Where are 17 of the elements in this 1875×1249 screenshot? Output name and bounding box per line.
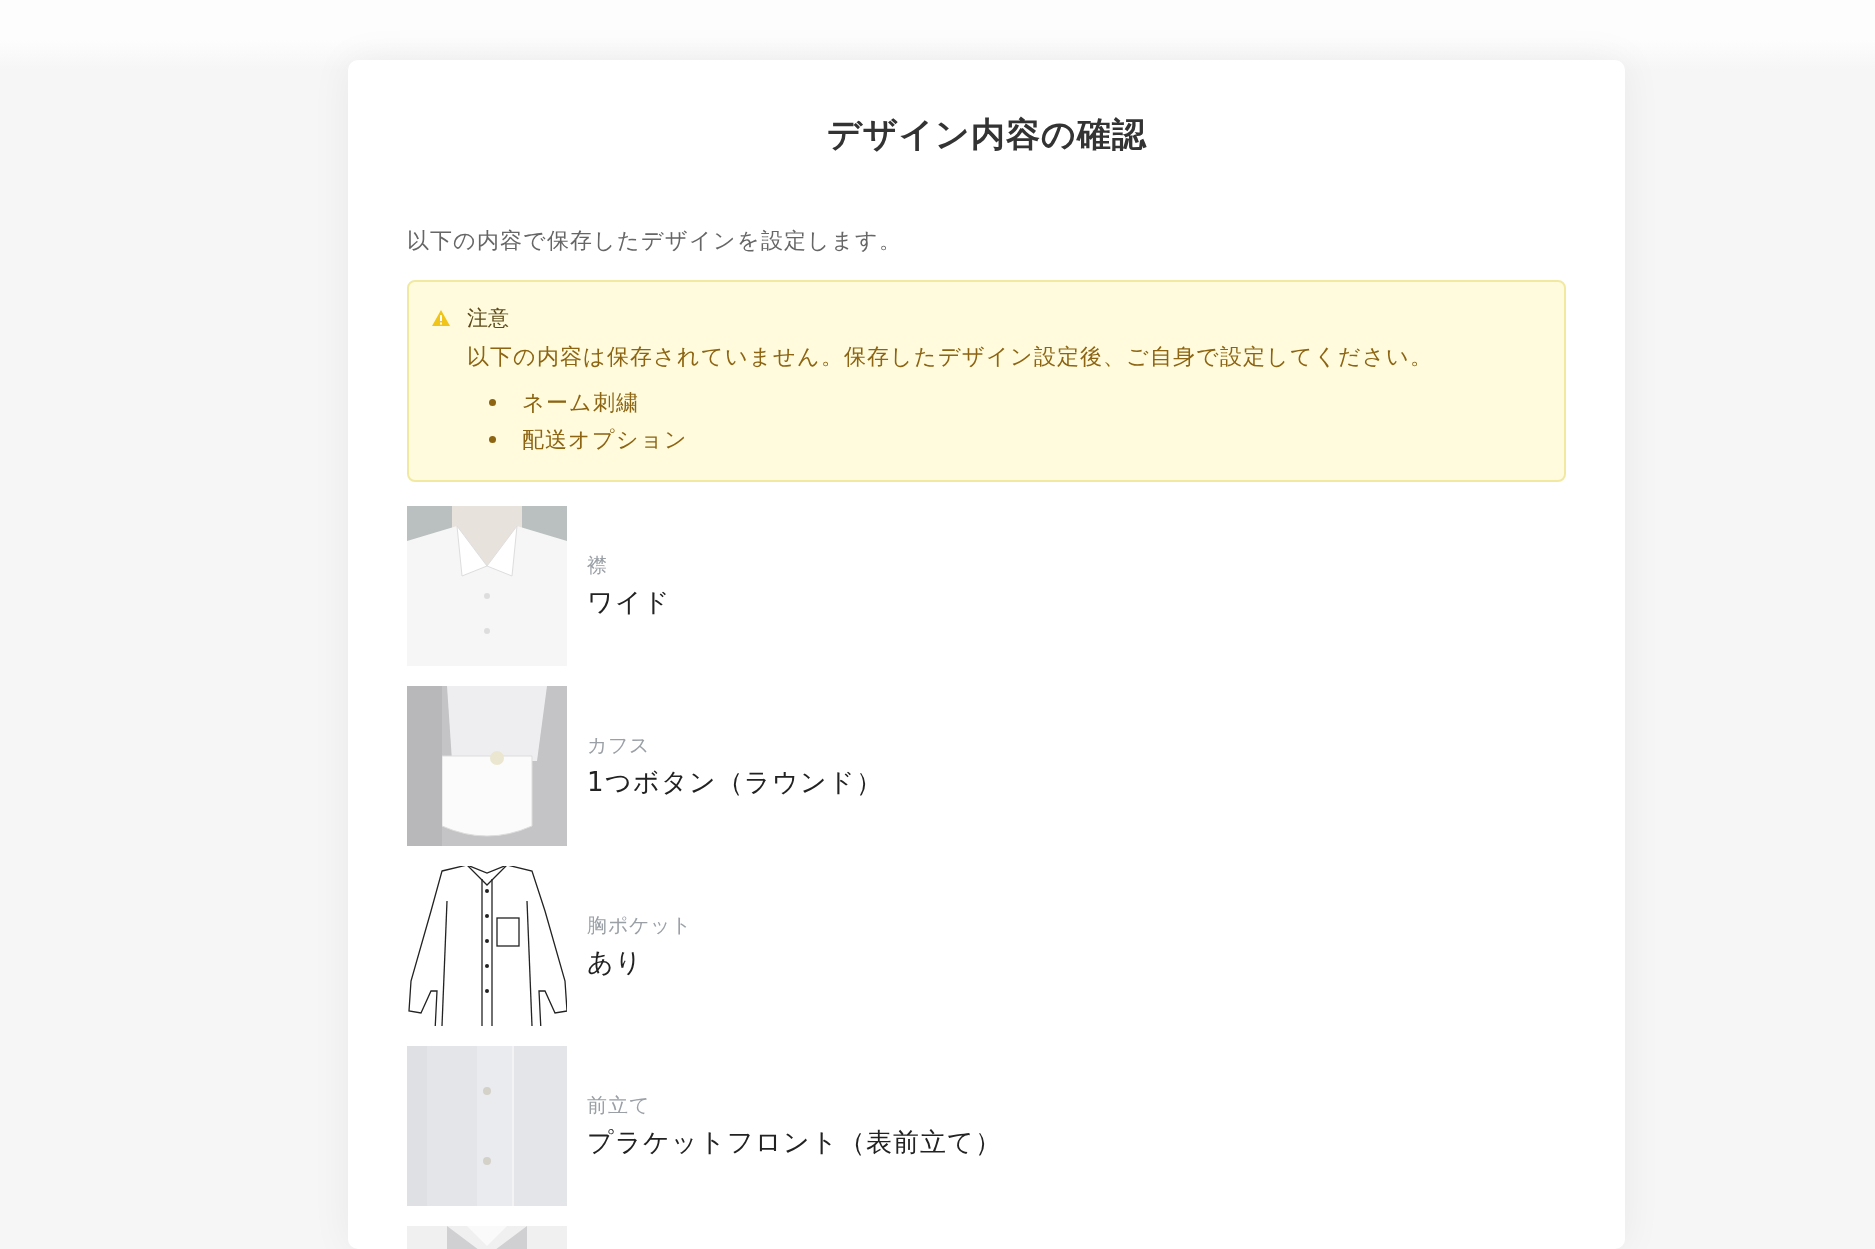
option-label: 襟 [587,552,609,579]
option-label: 前立て [587,1092,651,1119]
option-value: ワイド [587,586,671,619]
option-label: カフス [587,732,651,759]
notice-message: 以下の内容は保存されていません。保存したデザイン設定後、ご自身で設定してください。 [467,343,1434,371]
bullet-icon [489,399,496,406]
dialog-title: デザイン内容の確認 [825,113,1148,156]
notice-list-item: 配送オプション [522,425,688,454]
notice-heading: 注意 [467,305,509,332]
option-label: 胸ポケット [587,912,692,939]
option-value: プラケットフロント（表前立て） [587,1126,1002,1159]
option-value: 1つボタン（ラウンド） [587,766,883,799]
option-value: あり [587,946,644,979]
intro-text: 以下の内容で保存したデザインを設定します。 [407,227,903,255]
bullet-icon [489,436,496,443]
warning-icon [431,309,451,327]
notice-list-item: ネーム刺繍 [522,388,639,417]
